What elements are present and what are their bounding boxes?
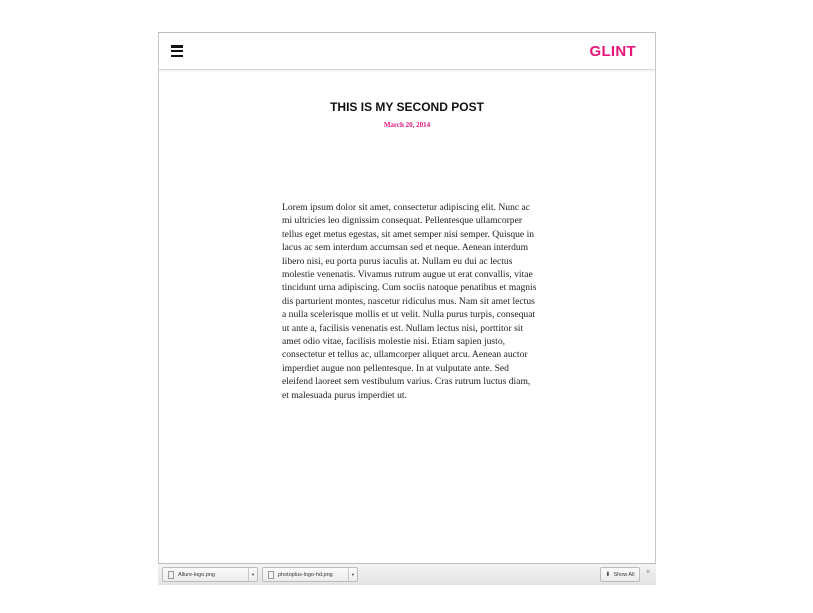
post-title: THIS IS MY SECOND POST <box>330 100 484 114</box>
site-header: GLINT <box>159 33 655 70</box>
download-filename: Allure-logo.png <box>178 571 215 578</box>
dropdown-arrow-icon[interactable]: ▼ <box>348 568 357 581</box>
hamburger-menu-icon[interactable] <box>171 45 183 57</box>
close-icon[interactable]: × <box>646 569 650 576</box>
download-filename: photoplus-logo-hd.png <box>278 571 333 578</box>
file-icon <box>268 570 274 579</box>
dropdown-arrow-icon[interactable]: ▼ <box>248 568 257 581</box>
post-body: Lorem ipsum dolor sit amet, consectetur … <box>282 202 537 401</box>
download-bar: Allure-logo.png ▼ photoplus-logo-hd.png … <box>158 563 656 585</box>
site-logo[interactable]: GLINT <box>590 43 637 60</box>
download-item[interactable]: Allure-logo.png ▼ <box>162 567 258 582</box>
browser-viewport: GLINT THIS IS MY SECOND POST March 20, 2… <box>158 32 656 585</box>
download-arrow-icon: ⬇ <box>605 572 611 578</box>
file-icon <box>168 570 174 579</box>
post-date: March 20, 2014 <box>383 121 431 129</box>
show-all-label: Show All <box>613 571 635 578</box>
show-all-button[interactable]: ⬇ Show All <box>600 567 640 582</box>
download-item[interactable]: photoplus-logo-hd.png ▼ <box>262 567 358 582</box>
